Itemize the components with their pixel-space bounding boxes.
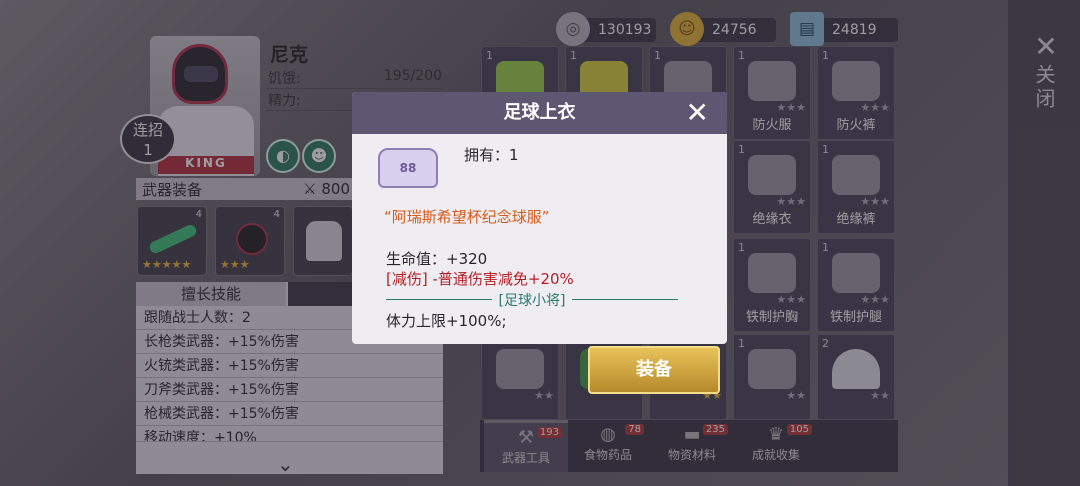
- equip-button[interactable]: 装备: [588, 346, 720, 394]
- rating-stars: ★★★: [220, 258, 250, 271]
- inventory-slot[interactable]: 2 ★★: [817, 334, 895, 420]
- skill-row: 移动速度：+10%: [136, 426, 443, 442]
- character-name: 尼克: [270, 44, 309, 66]
- fire-pants-icon: [832, 61, 880, 101]
- suit-logo: KING: [158, 156, 254, 174]
- jacket-icon: [306, 221, 342, 261]
- tab-food-medicine[interactable]: ◍ 食物药品 78: [566, 420, 650, 472]
- tab-weapons-tools[interactable]: ⚒ 武器工具 193: [484, 420, 568, 472]
- ticket-card-icon: ▤: [790, 12, 824, 46]
- inventory-slot[interactable]: 1 ★★★ 绝缘衣: [733, 140, 811, 234]
- hard-hat-icon: [832, 349, 880, 389]
- skill-row: 枪械类武器：+15%伤害: [136, 402, 443, 426]
- insulated-pants-icon: [832, 155, 880, 195]
- gold-counter: ☺ 24756: [670, 12, 776, 46]
- inventory-slot[interactable]: 1 ★★★ 防火裤: [817, 46, 895, 140]
- chevron-down-icon[interactable]: ⌄: [277, 452, 294, 476]
- power-value: ⚔ 800: [303, 180, 350, 198]
- close-icon[interactable]: ✕: [1026, 30, 1066, 63]
- inventory-slot[interactable]: 1 ★★★ 铁制护胸: [733, 238, 811, 332]
- helmet-icon: [236, 223, 268, 255]
- inventory-slot[interactable]: 1 ★★★ 绝缘裤: [817, 140, 895, 234]
- gold-coin-icon: ☺: [670, 12, 704, 46]
- iron-legs-icon: [832, 253, 880, 293]
- jersey-item-icon: 88: [378, 148, 438, 188]
- boar-head-icon: [748, 349, 796, 389]
- weapon-header: 武器装备 ⚔ 800: [136, 178, 356, 200]
- stomach-icon[interactable]: ◐: [266, 139, 300, 173]
- armor-slot[interactable]: [293, 206, 353, 276]
- hp-bonus: 生命值：+320: [386, 250, 488, 268]
- owned-count: 拥有：1: [464, 146, 519, 164]
- close-label[interactable]: 关闭: [1030, 64, 1059, 112]
- inventory-slot[interactable]: 1 ★★★ 铁制护腿: [817, 238, 895, 332]
- weapon-slot[interactable]: 4 ★★★★★: [137, 206, 207, 276]
- fire-suit-icon: [748, 61, 796, 101]
- skill-row: 火铳类武器：+15%伤害: [136, 354, 443, 378]
- iron-chest-icon: [748, 253, 796, 293]
- inventory-slot[interactable]: 1 ★★★ 防火服: [733, 46, 811, 140]
- inventory-slot[interactable]: ★★: [481, 334, 559, 420]
- flavor-text: “阿瑞斯希望杯纪念球服”: [384, 208, 550, 226]
- stamina-bonus: 体力上限+100%;: [386, 312, 507, 330]
- close-icon[interactable]: ✕: [686, 92, 709, 134]
- pants-item-icon: [496, 349, 544, 389]
- inventory-slot[interactable]: 1 ★★: [733, 334, 811, 420]
- item-detail-dialog: 足球上衣 ✕ 88 拥有：1 “阿瑞斯希望杯纪念球服” 生命值：+320 [减伤]…: [352, 92, 727, 344]
- visor-graphic: [184, 66, 218, 82]
- tab-materials[interactable]: ▬ 物资材料 235: [650, 420, 734, 472]
- tab-skills[interactable]: 擅长技能: [136, 282, 286, 306]
- combo-button[interactable]: 连招 1: [120, 114, 176, 164]
- skill-row: 刀斧类武器：+15%伤害: [136, 378, 443, 402]
- silver-counter: ◎ 130193: [556, 12, 656, 46]
- damage-reduction: [减伤] -普通伤害减免+20%: [386, 270, 574, 288]
- hunger-stat: 饥饿: 195/200: [266, 68, 444, 89]
- insulated-jacket-icon: [748, 155, 796, 195]
- silver-coin-icon: ◎: [556, 12, 590, 46]
- set-name: [足球小将]: [386, 290, 678, 310]
- category-tabs: ⚒ 武器工具 193 ◍ 食物药品 78 ▬ 物资材料 235 ♛ 成就收集 105: [480, 420, 898, 472]
- helmet-slot[interactable]: 4 ★★★: [215, 206, 285, 276]
- spear-icon: [147, 222, 199, 256]
- ticket-counter: ▤ 24819: [790, 12, 898, 46]
- dialog-header: 足球上衣 ✕: [352, 92, 727, 134]
- dialog-title: 足球上衣: [503, 102, 576, 123]
- tab-achievements[interactable]: ♛ 成就收集 105: [734, 420, 818, 472]
- mood-icon[interactable]: ☻: [302, 139, 336, 173]
- rating-stars: ★★★★★: [142, 258, 192, 271]
